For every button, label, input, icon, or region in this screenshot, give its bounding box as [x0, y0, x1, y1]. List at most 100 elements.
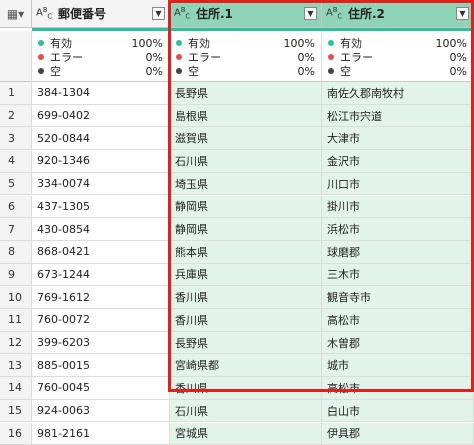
column-header-address-2[interactable]: ABC 住所.2 ▼ — [322, 0, 474, 28]
column-name: 郵便番号 — [54, 5, 152, 22]
cell-address-1[interactable]: 宮崎県都 — [170, 354, 322, 377]
table-row: 5334-0074埼玉県川口市 — [0, 173, 474, 196]
quality-error: エラー 0% — [176, 50, 315, 64]
table-row: 9673-1244兵庫県三木市 — [0, 264, 474, 287]
quality-empty: 空 0% — [328, 64, 467, 78]
cell-address-2[interactable]: 城市 — [322, 354, 474, 377]
cell-address-1[interactable]: 石川県 — [170, 400, 322, 423]
cell-address-2[interactable]: 浜松市 — [322, 218, 474, 241]
table-row: 6437-1305静岡県掛川市 — [0, 196, 474, 219]
cell-address-2[interactable]: 南佐久郡南牧村 — [322, 82, 474, 105]
cell-address-1[interactable]: 島根県 — [170, 105, 322, 128]
quality-valid: 有効 100% — [38, 36, 163, 50]
cell-address-2[interactable]: 掛川市 — [322, 196, 474, 219]
cell-address-2[interactable]: 木曽郡 — [322, 332, 474, 355]
text-type-icon[interactable]: ABC — [36, 6, 54, 20]
cell-postal-code[interactable]: 334-0074 — [32, 173, 170, 196]
row-index[interactable]: 16 — [0, 423, 32, 445]
cell-postal-code[interactable]: 885-0015 — [32, 354, 170, 377]
cell-address-2[interactable]: 球磨郡 — [322, 241, 474, 264]
cell-address-1[interactable]: 香川県 — [170, 286, 322, 309]
error-dot-icon — [38, 54, 44, 60]
row-index[interactable]: 9 — [0, 264, 32, 287]
cell-postal-code[interactable]: 699-0402 — [32, 105, 170, 128]
row-index[interactable]: 11 — [0, 309, 32, 332]
cell-address-2[interactable]: 大津市 — [322, 127, 474, 150]
data-grid: ▦▾ ABC 郵便番号 ▼ ABC 住所.1 ▼ ABC 住所.2 ▼ 有効 1… — [0, 0, 474, 392]
cell-address-1[interactable]: 熊本県 — [170, 241, 322, 264]
cell-postal-code[interactable]: 384-1304 — [32, 82, 170, 105]
cell-address-2[interactable]: 三木市 — [322, 264, 474, 287]
filter-dropdown-icon[interactable]: ▼ — [152, 7, 165, 20]
quality-valid: 有効 100% — [328, 36, 467, 50]
cell-address-2[interactable]: 観音寺市 — [322, 286, 474, 309]
row-index[interactable]: 8 — [0, 241, 32, 264]
filter-dropdown-icon[interactable]: ▼ — [304, 7, 317, 20]
row-index[interactable]: 10 — [0, 286, 32, 309]
cell-address-1[interactable]: 静岡県 — [170, 196, 322, 219]
row-index[interactable]: 1 — [0, 82, 32, 105]
cell-address-1[interactable]: 兵庫県 — [170, 264, 322, 287]
cell-address-1[interactable]: 石川県 — [170, 150, 322, 173]
cell-postal-code[interactable]: 924-0063 — [32, 400, 170, 423]
table-row: 15924-0063石川県白山市 — [0, 400, 474, 423]
cell-address-2[interactable]: 松江市宍道 — [322, 105, 474, 128]
cell-address-1[interactable]: 香川県 — [170, 309, 322, 332]
column-name: 住所.1 — [192, 5, 304, 22]
table-row: 14760-0045香川県高松市 — [0, 377, 474, 400]
cell-address-1[interactable]: 長野県 — [170, 82, 322, 105]
cell-address-2[interactable]: 高松市 — [322, 309, 474, 332]
row-index[interactable]: 3 — [0, 127, 32, 150]
column-header-postal-code[interactable]: ABC 郵便番号 ▼ — [32, 0, 170, 28]
row-index[interactable]: 15 — [0, 400, 32, 423]
table-row: 3520-0844滋賀県大津市 — [0, 127, 474, 150]
valid-dot-icon — [176, 40, 182, 46]
text-type-icon[interactable]: ABC — [326, 6, 344, 20]
filter-dropdown-icon[interactable]: ▼ — [456, 7, 469, 20]
row-index[interactable]: 5 — [0, 173, 32, 196]
cell-address-1[interactable]: 静岡県 — [170, 218, 322, 241]
cell-postal-code[interactable]: 868-0421 — [32, 241, 170, 264]
cell-address-2[interactable]: 高松市 — [322, 377, 474, 400]
cell-address-2[interactable]: 白山市 — [322, 400, 474, 423]
table-row: 16981-2161宮城県伊具郡 — [0, 423, 474, 445]
empty-dot-icon — [328, 68, 334, 74]
row-index[interactable]: 12 — [0, 332, 32, 355]
text-type-icon[interactable]: ABC — [174, 6, 192, 20]
cell-postal-code[interactable]: 769-1612 — [32, 286, 170, 309]
cell-postal-code[interactable]: 399-6203 — [32, 332, 170, 355]
cell-postal-code[interactable]: 520-0844 — [32, 127, 170, 150]
cell-postal-code[interactable]: 673-1244 — [32, 264, 170, 287]
row-index[interactable]: 13 — [0, 354, 32, 377]
cell-postal-code[interactable]: 981-2161 — [32, 423, 170, 445]
column-header-address-1[interactable]: ABC 住所.1 ▼ — [170, 0, 322, 28]
cell-postal-code[interactable]: 430-0854 — [32, 218, 170, 241]
cell-postal-code[interactable]: 760-0072 — [32, 309, 170, 332]
cell-address-1[interactable]: 長野県 — [170, 332, 322, 355]
table-row: 4920-1346石川県金沢市 — [0, 150, 474, 173]
table-row: 2699-0402島根県松江市宍道 — [0, 105, 474, 128]
error-dot-icon — [176, 54, 182, 60]
column-name: 住所.2 — [344, 5, 456, 22]
cell-address-2[interactable]: 金沢市 — [322, 150, 474, 173]
row-index[interactable]: 7 — [0, 218, 32, 241]
table-row: 12399-6203長野県木曽郡 — [0, 332, 474, 355]
row-index[interactable]: 2 — [0, 105, 32, 128]
cell-address-2[interactable]: 川口市 — [322, 173, 474, 196]
row-index[interactable]: 4 — [0, 150, 32, 173]
table-row: 13885-0015宮崎県都城市 — [0, 354, 474, 377]
table-menu-button[interactable]: ▦▾ — [0, 0, 32, 28]
cell-postal-code[interactable]: 760-0045 — [32, 377, 170, 400]
cell-postal-code[interactable]: 920-1346 — [32, 150, 170, 173]
empty-dot-icon — [38, 68, 44, 74]
cell-address-1[interactable]: 宮城県 — [170, 423, 322, 445]
quality-valid: 有効 100% — [176, 36, 315, 50]
cell-postal-code[interactable]: 437-1305 — [32, 196, 170, 219]
valid-dot-icon — [38, 40, 44, 46]
cell-address-2[interactable]: 伊具郡 — [322, 423, 474, 445]
row-index[interactable]: 14 — [0, 377, 32, 400]
cell-address-1[interactable]: 香川県 — [170, 377, 322, 400]
cell-address-1[interactable]: 滋賀県 — [170, 127, 322, 150]
row-index[interactable]: 6 — [0, 196, 32, 219]
cell-address-1[interactable]: 埼玉県 — [170, 173, 322, 196]
